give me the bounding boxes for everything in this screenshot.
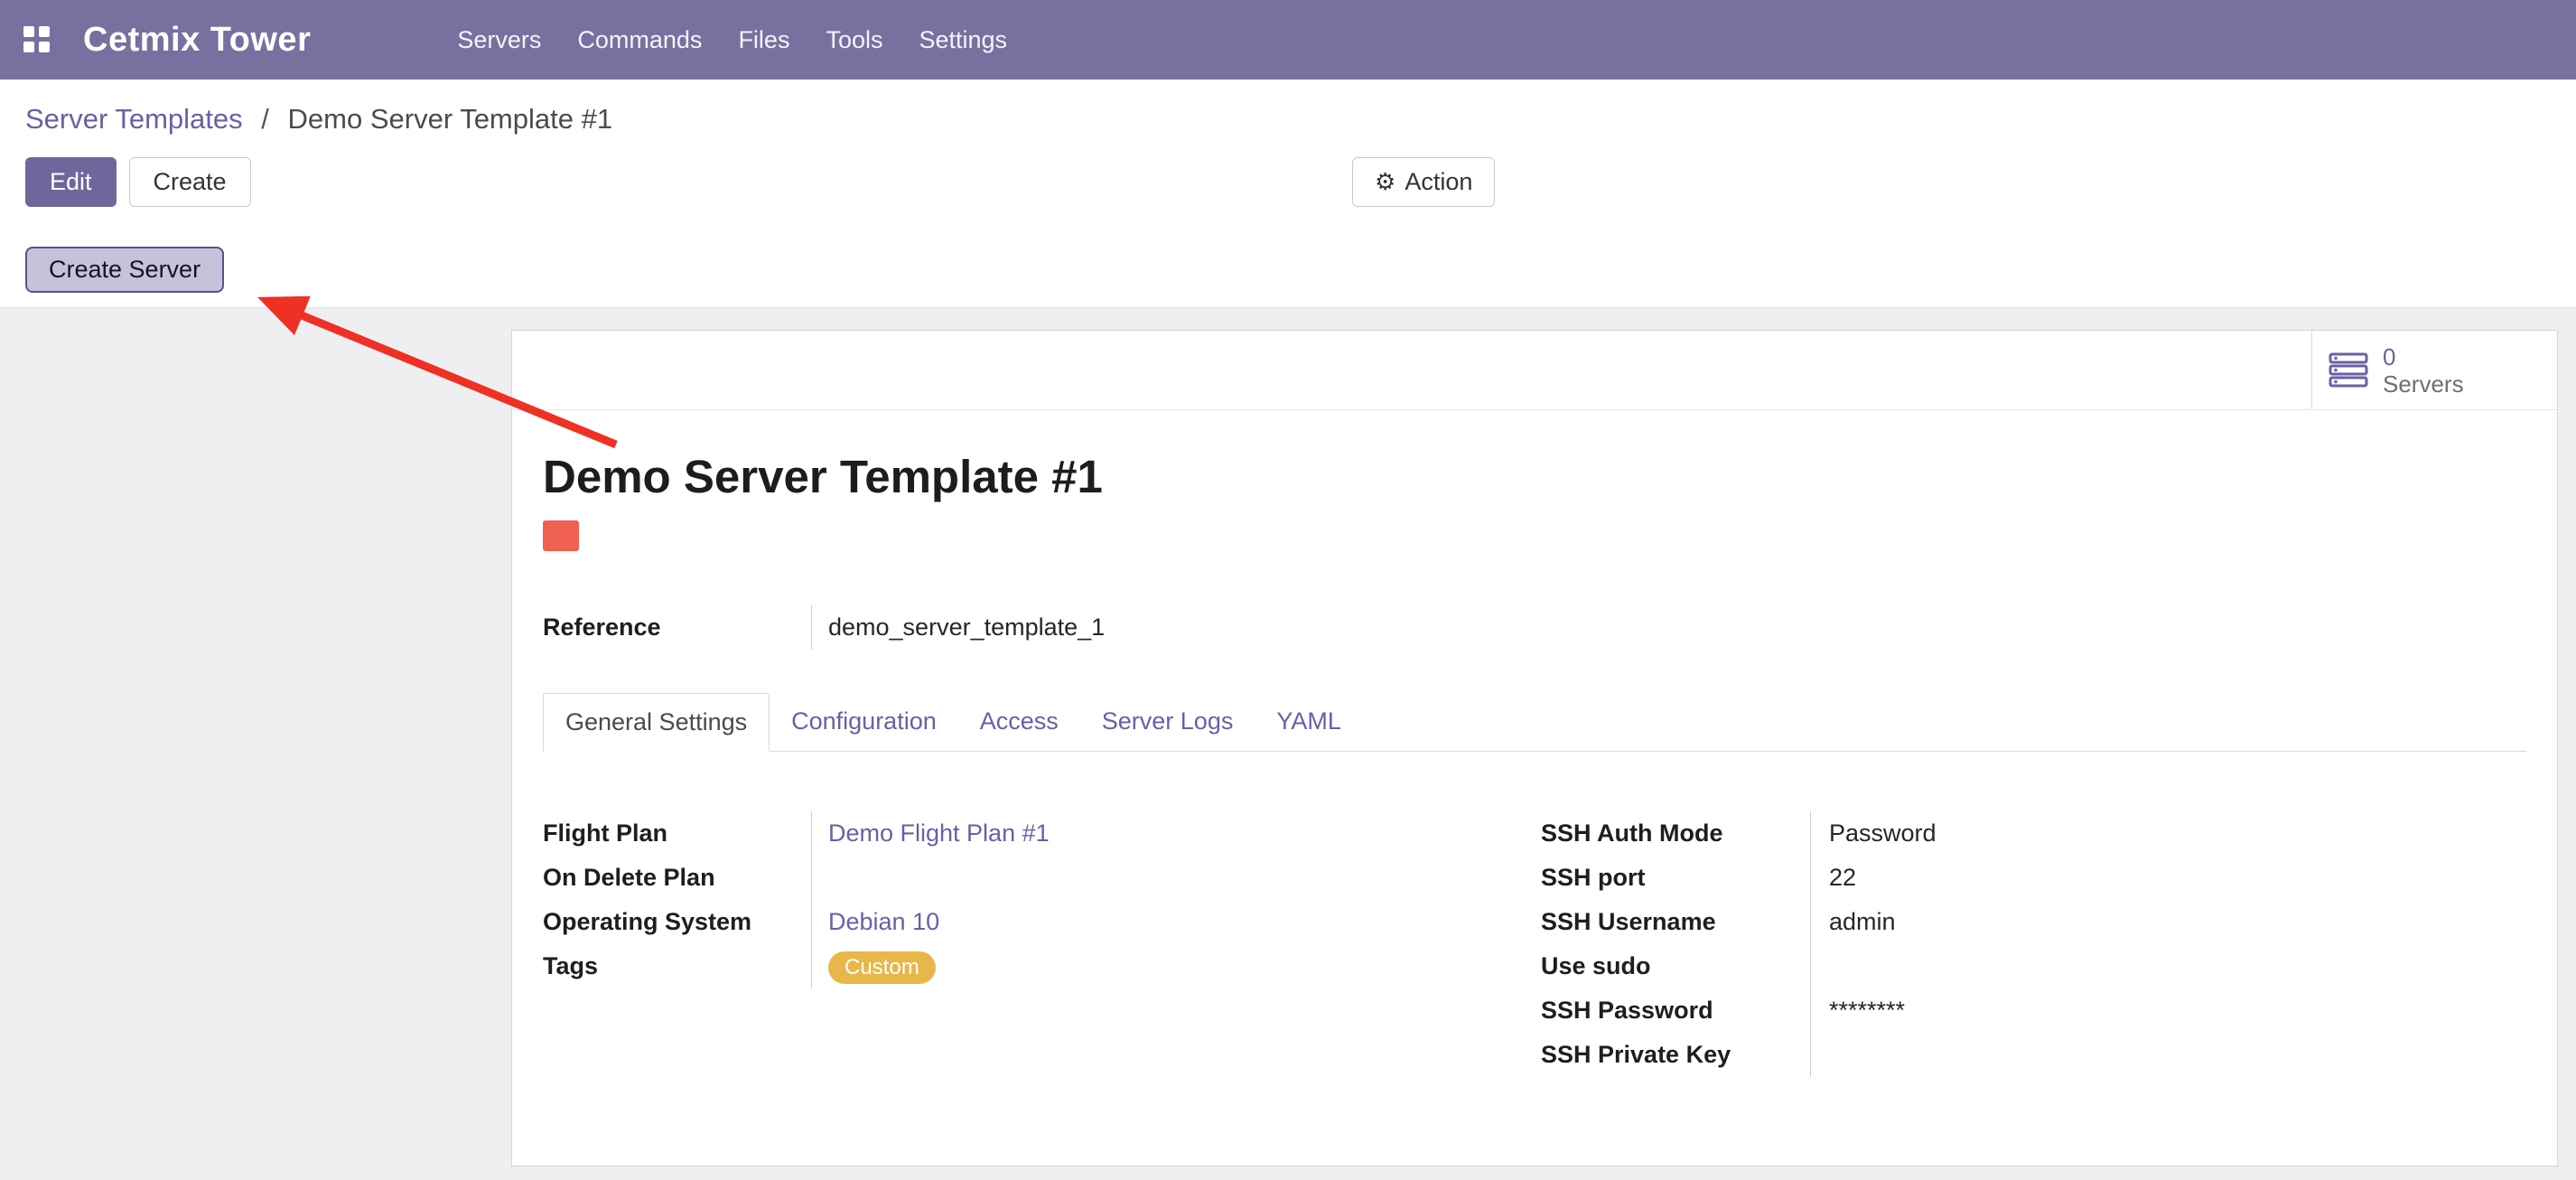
template-form-card: 0 Servers Demo Server Template #1 Refere… (511, 330, 2558, 1166)
field-label-on-delete-plan: On Delete Plan (543, 856, 811, 900)
card-body: Demo Server Template #1 Reference demo_s… (512, 410, 2557, 1077)
field-value-ssh-auth-mode: Password (1810, 811, 2526, 856)
field-value-ssh-private-key (1810, 1033, 2526, 1077)
smart-button-strip: Create Server (0, 227, 2576, 308)
field-label-ssh-username: SSH Username (1541, 900, 1810, 944)
tab-general-settings[interactable]: General Settings (543, 693, 770, 752)
flight-plan-link[interactable]: Demo Flight Plan #1 (828, 819, 1050, 847)
field-value-ssh-port: 22 (1810, 856, 2526, 900)
field-label-ssh-auth-mode: SSH Auth Mode (1541, 811, 1810, 856)
field-label-ssh-private-key: SSH Private Key (1541, 1033, 1810, 1077)
stat-text: 0 Servers (2383, 343, 2464, 398)
brand-title[interactable]: Cetmix Tower (83, 21, 311, 60)
color-swatch[interactable] (543, 520, 579, 551)
servers-stat-button[interactable]: 0 Servers (2311, 331, 2557, 409)
field-label-ssh-password: SSH Password (1541, 988, 1810, 1033)
stat-label: Servers (2383, 370, 2464, 398)
field-groups: Flight Plan Demo Flight Plan #1 On Delet… (543, 811, 2526, 1077)
breadcrumb-link-server-templates[interactable]: Server Templates (25, 103, 243, 135)
field-value-operating-system: Debian 10 (811, 900, 1541, 944)
nav-item-commands[interactable]: Commands (559, 26, 720, 54)
nav-item-settings[interactable]: Settings (901, 26, 1025, 54)
field-label-tags: Tags (543, 944, 811, 988)
field-value-flight-plan: Demo Flight Plan #1 (811, 811, 1541, 856)
content-area: 0 Servers Demo Server Template #1 Refere… (0, 308, 2576, 1180)
field-group-left: Flight Plan Demo Flight Plan #1 On Delet… (543, 811, 1541, 1077)
breadcrumb-separator: / (261, 103, 269, 135)
field-value-tags: Custom (811, 944, 1541, 988)
notebook-tabs: General Settings Configuration Access Se… (543, 693, 2526, 752)
action-button-label: Action (1405, 170, 1472, 194)
tab-configuration[interactable]: Configuration (770, 693, 958, 752)
tab-yaml[interactable]: YAML (1255, 693, 1363, 752)
servers-icon (2329, 352, 2368, 389)
field-value-reference: demo_server_template_1 (811, 605, 2526, 650)
field-value-ssh-password: ******** (1810, 988, 2526, 1033)
field-label-use-sudo: Use sudo (1541, 944, 1810, 988)
apps-grid-dot (39, 42, 50, 52)
tag-custom: Custom (828, 951, 936, 984)
tab-server-logs[interactable]: Server Logs (1080, 693, 1255, 752)
field-label-ssh-port: SSH port (1541, 856, 1810, 900)
field-label-flight-plan: Flight Plan (543, 811, 811, 856)
nav-item-tools[interactable]: Tools (807, 26, 901, 54)
record-title: Demo Server Template #1 (543, 450, 2526, 504)
apps-grid-dot (39, 26, 50, 37)
button-box: 0 Servers (512, 331, 2557, 410)
field-value-use-sudo (1810, 944, 2526, 988)
form-toolbar: Edit Create ⚙ Action (0, 143, 2576, 227)
gear-icon: ⚙ (1375, 171, 1395, 194)
stat-count: 0 (2383, 343, 2464, 370)
nav-menu: Servers Commands Files Tools Settings (439, 26, 1025, 54)
top-nav: Cetmix Tower Servers Commands Files Tool… (0, 0, 2576, 80)
apps-grid-dot (23, 42, 34, 52)
create-server-button[interactable]: Create Server (25, 247, 224, 293)
reference-row: Reference demo_server_template_1 (543, 605, 2526, 650)
apps-grid-icon[interactable] (23, 26, 51, 53)
edit-button[interactable]: Edit (25, 157, 117, 207)
breadcrumb-current: Demo Server Template #1 (288, 103, 613, 135)
action-button[interactable]: ⚙ Action (1352, 157, 1495, 207)
nav-item-files[interactable]: Files (720, 26, 807, 54)
field-value-on-delete-plan (811, 856, 1541, 900)
create-button[interactable]: Create (129, 157, 251, 207)
nav-item-servers[interactable]: Servers (439, 26, 559, 54)
field-value-ssh-username: admin (1810, 900, 2526, 944)
tab-access[interactable]: Access (958, 693, 1080, 752)
apps-grid-dot (23, 26, 34, 37)
field-group-right: SSH Auth Mode Password SSH port 22 SSH U… (1541, 811, 2526, 1077)
breadcrumb: Server Templates / Demo Server Template … (0, 80, 2576, 143)
field-label-operating-system: Operating System (543, 900, 811, 944)
operating-system-link[interactable]: Debian 10 (828, 908, 939, 935)
field-label-reference: Reference (543, 605, 811, 650)
